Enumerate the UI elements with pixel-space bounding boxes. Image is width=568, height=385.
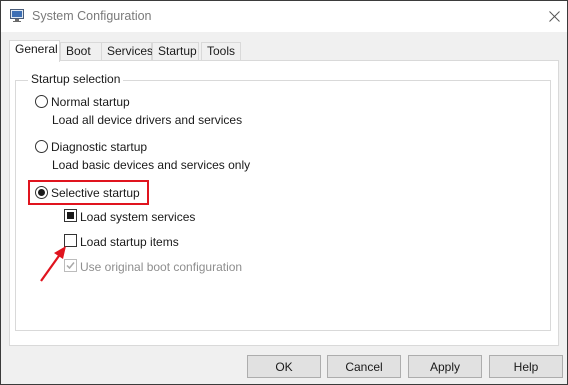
close-icon — [548, 10, 560, 22]
load-startup-items-label[interactable]: Load startup items — [80, 235, 179, 249]
use-original-boot-config-label: Use original boot configuration — [80, 260, 243, 274]
system-configuration-icon — [10, 9, 24, 22]
close-button[interactable] — [541, 4, 567, 28]
apply-button[interactable]: Apply — [408, 355, 482, 378]
diagnostic-startup-label[interactable]: Diagnostic startup — [51, 140, 147, 154]
normal-startup-label[interactable]: Normal startup — [51, 95, 130, 109]
selective-startup-radio[interactable] — [35, 186, 48, 199]
tab-tools[interactable]: Tools — [201, 42, 241, 61]
title-bar[interactable]: System Configuration — [1, 1, 567, 32]
tab-general[interactable]: General — [9, 40, 60, 62]
selective-startup-label[interactable]: Selective startup — [51, 186, 140, 200]
system-configuration-window: System Configuration General Boot Servic… — [0, 0, 568, 385]
cancel-button[interactable]: Cancel — [327, 355, 401, 378]
load-system-services-checkbox[interactable] — [64, 209, 77, 222]
normal-startup-description: Load all device drivers and services — [52, 113, 243, 127]
annotation-arrow-icon — [40, 246, 66, 282]
tab-startup[interactable]: Startup — [152, 42, 199, 61]
ok-button[interactable]: OK — [247, 355, 321, 378]
diagnostic-startup-radio[interactable] — [35, 140, 48, 153]
load-system-services-label[interactable]: Load system services — [80, 210, 195, 224]
tab-services[interactable]: Services — [101, 42, 153, 61]
normal-startup-radio[interactable] — [35, 95, 48, 108]
help-button[interactable]: Help — [489, 355, 563, 378]
radio-selected-dot — [38, 189, 45, 196]
tab-boot[interactable]: Boot — [60, 42, 102, 61]
window-title: System Configuration — [32, 9, 152, 23]
diagnostic-startup-description: Load basic devices and services only — [52, 158, 251, 172]
indeterminate-fill — [67, 212, 74, 219]
startup-selection-legend: Startup selection — [28, 72, 124, 86]
